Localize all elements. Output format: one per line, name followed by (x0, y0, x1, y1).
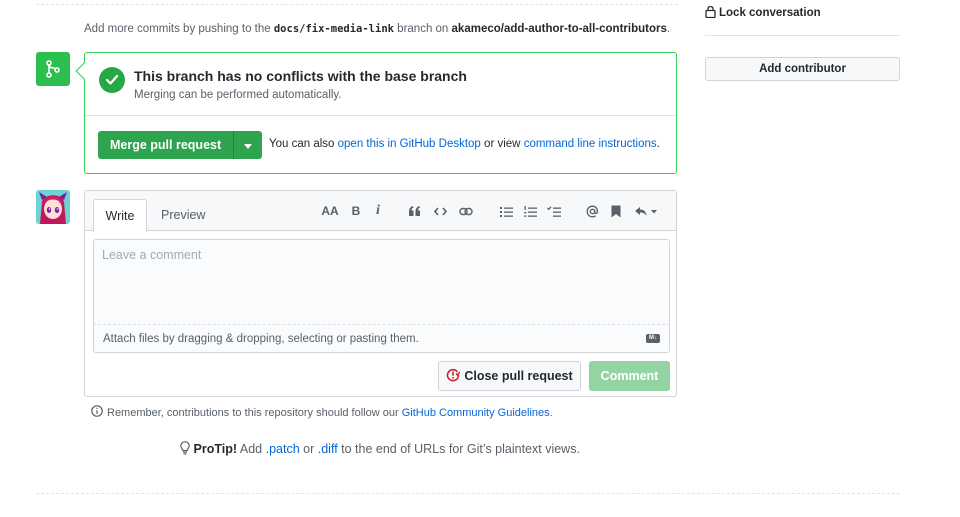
open-in-desktop-link[interactable]: open this in GitHub Desktop (338, 138, 481, 150)
guidelines-suffix: . (549, 406, 553, 419)
file-attachment-bar[interactable]: Attach files by dragging & dropping, sel… (93, 325, 670, 353)
merge-status-subtitle: Merging can be performed automatically. (134, 89, 342, 101)
comment-button[interactable]: Comment (589, 361, 670, 391)
add-contributor-button[interactable]: Add contributor (705, 57, 900, 81)
commit-note-prefix: Add more commits by pushing to the (84, 23, 271, 35)
guidelines-prefix: Remember, contributions to this reposito… (107, 406, 399, 419)
code-icon[interactable] (431, 203, 449, 219)
markdown-icon[interactable]: M↓ (646, 334, 660, 343)
task-list-icon[interactable] (545, 203, 563, 219)
ordered-list-icon[interactable] (521, 203, 539, 219)
triangle-down-icon (244, 138, 253, 152)
git-merge-icon (36, 52, 70, 86)
commit-note: Add more commits by pushing to the docs/… (84, 23, 670, 35)
attach-files-hint: Attach files by dragging & dropping, sel… (103, 333, 419, 345)
comment-tabs-header: Write Preview AA B i (85, 191, 676, 232)
protip-post: to the end of URLs for Git’s plaintext v… (341, 442, 580, 456)
avatar[interactable] (36, 190, 70, 224)
merge-also-suffix: . (656, 138, 660, 150)
commit-note-middle: branch on (397, 23, 449, 35)
bookmark-icon[interactable] (607, 203, 625, 219)
quote-icon[interactable] (405, 203, 423, 219)
comment-textarea[interactable] (93, 239, 670, 325)
tab-write[interactable]: Write (93, 199, 147, 232)
merge-box-pointer (75, 62, 93, 80)
repo-branch-name: akameco/add-author-to-all-contributors (451, 23, 667, 35)
community-guidelines-link[interactable]: GitHub Community Guidelines (402, 407, 550, 419)
protip-or: or (303, 442, 315, 456)
merge-button-group: Merge pull request (98, 131, 263, 159)
merge-status-title: This branch has no conflicts with the ba… (134, 68, 467, 84)
community-guidelines-note: Remember, contributions to this reposito… (91, 405, 553, 420)
branch-name: docs/fix-media-link (273, 23, 394, 35)
italic-icon[interactable]: i (369, 203, 387, 219)
close-pull-request-label: Close pull request (464, 369, 573, 383)
merge-pull-request-button[interactable]: Merge pull request (98, 131, 235, 159)
merge-box: This branch has no conflicts with the ba… (75, 52, 677, 174)
timeline-divider-bottom (36, 493, 900, 494)
tab-preview[interactable]: Preview (161, 208, 205, 222)
command-line-instructions-link[interactable]: command line instructions (524, 138, 657, 150)
comment-form: Write Preview AA B i Leave a comment Att… (84, 190, 677, 397)
light-bulb-icon (180, 441, 193, 456)
commit-note-suffix: . (666, 23, 671, 35)
check-icon (99, 67, 125, 93)
link-icon[interactable] (457, 203, 475, 219)
patch-link[interactable]: .patch (266, 442, 300, 456)
unordered-list-icon[interactable] (497, 203, 515, 219)
lock-conversation-label: Lock conversation (719, 7, 821, 19)
lock-conversation-link[interactable]: Lock conversation (705, 5, 821, 21)
close-pull-request-button[interactable]: Close pull request (438, 361, 581, 391)
bold-icon[interactable]: B (347, 203, 365, 219)
merge-divider (85, 115, 676, 116)
merge-method-dropdown[interactable] (234, 131, 263, 159)
timeline-divider-top (36, 4, 678, 5)
text-size-icon[interactable]: AA (321, 203, 339, 219)
mention-icon[interactable] (583, 203, 601, 219)
protip-label: ProTip! (193, 442, 238, 456)
protip: ProTip! Add .patch or .diff to the end o… (0, 441, 760, 456)
lock-icon (705, 5, 716, 21)
sidebar-divider (705, 35, 900, 36)
issue-closed-icon (446, 368, 461, 385)
info-icon (91, 405, 103, 420)
protip-pre: Add (239, 442, 263, 456)
diff-link[interactable]: .diff (318, 442, 338, 456)
reply-icon[interactable] (633, 203, 659, 219)
merge-also-prefix: You can also (269, 138, 335, 150)
merge-also-middle: or view (484, 138, 521, 150)
merge-alternatives: You can also open this in GitHub Desktop… (269, 138, 660, 150)
